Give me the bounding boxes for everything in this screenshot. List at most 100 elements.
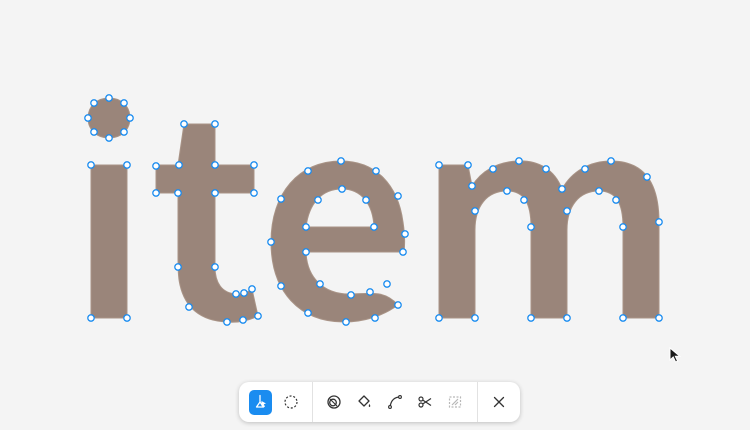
anchor-point bbox=[277, 195, 285, 203]
anchor-point bbox=[558, 185, 566, 193]
anchor-point bbox=[643, 173, 651, 181]
anchor-point bbox=[175, 161, 183, 169]
anchor-point bbox=[503, 187, 511, 195]
toolbar-divider bbox=[311, 382, 313, 422]
glyph-layer bbox=[84, 94, 663, 326]
dashed-circle-icon bbox=[283, 395, 298, 409]
anchor-point bbox=[337, 157, 345, 165]
anchor-point bbox=[304, 167, 312, 175]
anchor-point bbox=[612, 196, 620, 204]
anchor-point bbox=[464, 161, 472, 169]
scissors-icon bbox=[418, 396, 432, 408]
anchor-point bbox=[180, 120, 188, 128]
arrow-cursor-icon bbox=[669, 347, 682, 363]
anchor-point bbox=[471, 314, 479, 322]
anchor-point bbox=[152, 189, 160, 197]
anchor-point bbox=[90, 128, 98, 136]
fill-tool[interactable] bbox=[353, 390, 376, 415]
anchor-point bbox=[468, 182, 476, 190]
close-icon bbox=[493, 396, 504, 408]
close-tool[interactable] bbox=[487, 390, 510, 415]
anchor-point bbox=[527, 314, 535, 322]
anchor-point bbox=[527, 223, 535, 231]
anchor-point bbox=[316, 280, 324, 288]
anchor-point bbox=[250, 189, 258, 197]
lasso-select-tool[interactable] bbox=[279, 390, 302, 415]
anchor-point bbox=[277, 282, 285, 290]
anchor-point bbox=[489, 165, 497, 173]
anchor-point bbox=[302, 223, 310, 231]
anchor-point bbox=[520, 196, 528, 204]
anchor-point bbox=[347, 291, 355, 299]
anchor-point bbox=[362, 196, 370, 204]
anchor-point bbox=[126, 114, 134, 122]
anchor-point bbox=[105, 134, 113, 142]
anchor-point bbox=[370, 223, 378, 231]
anchor-point bbox=[314, 196, 322, 204]
anchor-point bbox=[304, 309, 312, 317]
anchor-point bbox=[239, 316, 247, 324]
anchor-point bbox=[267, 238, 275, 246]
edit-toolbar bbox=[239, 382, 520, 422]
toolbar-divider bbox=[476, 382, 478, 422]
anchor-point bbox=[563, 207, 571, 215]
outline-disabled-icon bbox=[449, 396, 462, 408]
anchor-point bbox=[542, 165, 550, 173]
anchor-point bbox=[471, 207, 479, 215]
anchor-point bbox=[372, 167, 380, 175]
anchor-point bbox=[338, 185, 346, 193]
anchor-point bbox=[254, 312, 262, 320]
anchor-point bbox=[152, 162, 160, 170]
anchor-point bbox=[174, 189, 182, 197]
anchor-point bbox=[232, 290, 240, 298]
cut-tool[interactable] bbox=[413, 390, 436, 415]
anchor-point bbox=[211, 120, 219, 128]
anchor-point bbox=[655, 218, 663, 226]
curve-tool[interactable] bbox=[383, 390, 406, 415]
vector-canvas[interactable] bbox=[0, 0, 750, 430]
anchor-point bbox=[401, 230, 409, 238]
anchor-point bbox=[619, 223, 627, 231]
anchor-point bbox=[595, 187, 603, 195]
anchor-point bbox=[619, 314, 627, 322]
glyph-e[interactable] bbox=[270, 160, 406, 323]
anchor-point bbox=[84, 114, 92, 122]
anchor-point bbox=[123, 314, 131, 322]
anchor-point bbox=[185, 303, 193, 311]
anchor-point bbox=[174, 263, 182, 271]
pen-select-icon bbox=[256, 394, 267, 408]
anchor-point bbox=[87, 314, 95, 322]
paint-bucket-icon bbox=[358, 395, 371, 407]
glyph-i-stem[interactable] bbox=[90, 164, 128, 319]
anchor-point bbox=[563, 314, 571, 322]
anchor-point bbox=[87, 161, 95, 169]
anchor-point bbox=[105, 94, 113, 102]
anchor-point bbox=[90, 99, 98, 107]
boolean-tool[interactable] bbox=[322, 390, 345, 415]
anchor-point bbox=[240, 289, 248, 297]
anchor-point bbox=[435, 314, 443, 322]
anchor-point bbox=[607, 157, 615, 165]
anchor-point bbox=[250, 161, 258, 169]
anchor-point bbox=[248, 285, 256, 293]
anchor-point bbox=[302, 248, 310, 256]
anchor-point bbox=[515, 157, 523, 165]
anchor-point bbox=[371, 314, 379, 322]
anchor-point bbox=[655, 314, 663, 322]
anchor-point bbox=[394, 301, 402, 309]
bezier-curve-icon bbox=[387, 395, 402, 409]
anchor-point bbox=[223, 318, 231, 326]
anchor-point bbox=[120, 99, 128, 107]
anchor-point bbox=[342, 318, 350, 326]
anchor-point bbox=[394, 192, 402, 200]
anchor-point bbox=[211, 263, 219, 271]
anchor-point bbox=[211, 161, 219, 169]
anchor-point bbox=[581, 165, 589, 173]
anchor-point bbox=[120, 128, 128, 136]
overlap-circles-icon bbox=[327, 395, 341, 409]
anchor-point bbox=[399, 248, 407, 256]
anchor-point bbox=[211, 189, 219, 197]
anchor-point bbox=[383, 280, 391, 288]
anchor-point bbox=[123, 161, 131, 169]
direct-select-tool[interactable] bbox=[248, 389, 272, 415]
